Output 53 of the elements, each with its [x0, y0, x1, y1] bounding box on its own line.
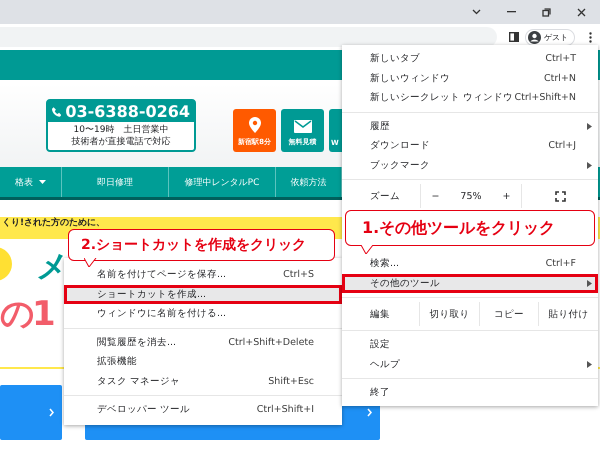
zoom-label: ズーム	[369, 190, 401, 204]
phone-number: 03-6388-0264	[65, 102, 190, 121]
shortcut-label: Ctrl+Shift+Delete	[228, 336, 314, 348]
chevron-right-icon	[49, 408, 54, 417]
menu-item[interactable]: 拡張機能	[64, 352, 342, 372]
hours-text: 10〜19時 土日営業中	[72, 124, 170, 136]
close-icon[interactable]	[577, 8, 586, 16]
shortcut-label: Ctrl+Shift+N	[514, 92, 576, 104]
menu-item[interactable]: ウィンドウに名前を付ける...	[64, 304, 342, 324]
menu-item[interactable]: 新しいタブ Ctrl+T	[342, 49, 598, 68]
zoom-level: 75%	[460, 190, 482, 202]
menu-item[interactable]: その他のツール	[342, 274, 598, 293]
callout: 2.ショートカットを作成をクリック	[68, 229, 335, 267]
menu-item[interactable]: デベロッパー ツール Ctrl+Shift+I	[64, 400, 342, 420]
chevron-right-icon	[367, 408, 372, 417]
callout-pointer	[361, 245, 375, 254]
shortcut-label: Shift+Esc	[268, 376, 314, 387]
map-pin-icon	[248, 117, 260, 133]
edit-action-button[interactable]: 切り取り	[418, 302, 479, 326]
menu-item[interactable]: 閲覧履歴を消去... Ctrl+Shift+Delete	[64, 332, 342, 352]
menu-item[interactable]: 設定	[342, 335, 598, 354]
restore-icon[interactable]	[542, 8, 551, 16]
edit-action-button[interactable]: 貼り付け	[538, 302, 598, 326]
zoom-in-button[interactable]: +	[502, 190, 510, 202]
kebab-menu-icon[interactable]	[589, 32, 592, 42]
fullscreen-icon[interactable]	[554, 190, 566, 202]
menu-item[interactable]: 新しいウィンドウ Ctrl+N	[342, 68, 598, 88]
hero-number: の1	[0, 293, 53, 336]
phone-icon	[52, 106, 62, 118]
minimize-icon[interactable]	[507, 11, 516, 13]
menu-item[interactable]: タスク マネージャ Shift+Esc	[64, 372, 342, 391]
shortcut-label: Ctrl+T	[545, 53, 576, 64]
side-panel-icon[interactable]	[509, 32, 519, 42]
banner-text: くり!された方のために、	[2, 218, 106, 228]
envelope-icon	[294, 120, 312, 133]
menu-item[interactable]: ショートカットを作成...	[64, 284, 342, 304]
menu-item[interactable]: ブックマーク	[342, 156, 598, 175]
shortcut-label: Ctrl+Shift+I	[256, 404, 314, 416]
menu-item[interactable]: 新しいシークレット ウィンドウ Ctrl+Shift+N	[342, 88, 598, 108]
menu-item[interactable]: ヘルプ	[342, 354, 598, 374]
shortcut-label: Ctrl+F	[546, 258, 576, 270]
edit-label: 編集	[369, 308, 391, 322]
shortcut-label: Ctrl+S	[283, 269, 314, 280]
menu-item[interactable]: 終了	[342, 383, 598, 402]
menu-item[interactable]: 検索... Ctrl+F	[342, 254, 598, 274]
callout: 1.その他ツールをクリック	[345, 210, 595, 254]
profile-button[interactable]: ゲスト	[525, 28, 575, 46]
edit-action-button[interactable]: コピー	[478, 302, 538, 326]
chevron-down-icon[interactable]	[472, 9, 481, 15]
zoom-out-button[interactable]: −	[431, 190, 440, 202]
note-text: 技術者が直接電話で対応	[70, 136, 172, 148]
shortcut-label: Ctrl+N	[544, 72, 576, 84]
shortcut-label: Ctrl+J	[548, 140, 576, 152]
